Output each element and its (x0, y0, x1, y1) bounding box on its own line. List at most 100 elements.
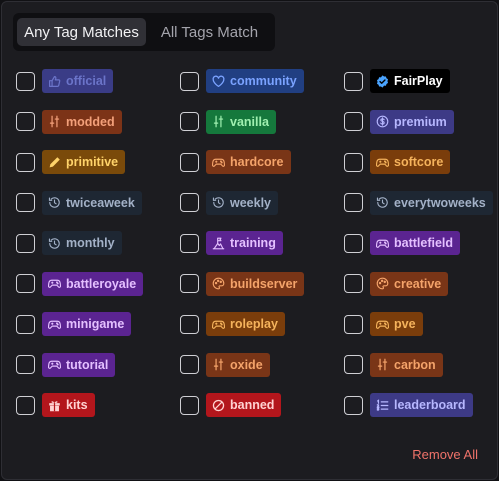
tag-chip-hardcore[interactable]: hardcore (206, 150, 291, 174)
history-icon (212, 196, 225, 209)
sliders-icon (212, 115, 225, 128)
tag-checkbox-carbon[interactable] (344, 355, 363, 374)
tag-chip-oxide[interactable]: oxide (206, 352, 270, 377)
any-tag-matches-button[interactable]: Any Tag Matches (17, 18, 146, 46)
tag-chip-creative[interactable]: creative (370, 271, 449, 296)
tag-chip-battleroyale[interactable]: battleroyale (42, 271, 144, 296)
tag-chip-fairplay[interactable]: FairPlay (370, 69, 450, 93)
tag-option-community: community (180, 69, 344, 93)
tag-chip-minigame[interactable]: minigame (42, 312, 132, 336)
tag-chip-softcore[interactable]: softcore (370, 150, 451, 174)
tag-chip-primitive[interactable]: primitive (42, 150, 126, 174)
tag-chip-carbon[interactable]: carbon (370, 352, 443, 377)
tag-label: training (230, 236, 276, 250)
tag-option-weekly: weekly (180, 190, 344, 215)
palette-icon (212, 277, 225, 290)
tag-option-vanilla: vanilla (180, 109, 344, 134)
tag-checkbox-everytwoweeks[interactable] (344, 193, 363, 212)
tag-chip-leaderboard[interactable]: leaderboard (370, 393, 473, 417)
palette-icon (376, 277, 389, 290)
tag-option-banned: banned (180, 393, 344, 417)
verified-badge-icon (376, 74, 389, 88)
gamepad-icon (212, 156, 225, 169)
mountain-flag-icon (212, 237, 225, 250)
tag-checkbox-vanilla[interactable] (180, 112, 199, 131)
tag-checkbox-buildserver[interactable] (180, 274, 199, 293)
gamepad-icon (212, 318, 225, 331)
tag-checkbox-minigame[interactable] (16, 314, 35, 334)
tag-filter-panel: Any Tag Matches All Tags Match official c… (1, 1, 498, 480)
tag-chip-twiceaweek[interactable]: twiceaweek (42, 190, 142, 215)
tag-label: kits (66, 398, 88, 412)
tag-chip-roleplay[interactable]: roleplay (206, 312, 285, 336)
tag-option-roleplay: roleplay (180, 312, 344, 336)
tag-option-primitive: primitive (16, 150, 180, 174)
tag-chip-premium[interactable]: premium (370, 109, 454, 134)
tag-checkbox-oxide[interactable] (180, 355, 199, 374)
tag-chip-kits[interactable]: kits (42, 393, 95, 417)
tag-chip-pve[interactable]: pve (370, 312, 423, 336)
ordered-list-icon (376, 398, 389, 412)
heart-icon (212, 75, 225, 88)
sliders-icon (48, 115, 61, 128)
tag-option-pve: pve (344, 312, 494, 336)
tag-option-hardcore: hardcore (180, 150, 344, 174)
all-tags-match-button[interactable]: All Tags Match (148, 18, 271, 46)
tag-label: premium (394, 114, 447, 129)
tag-chip-modded[interactable]: modded (42, 109, 122, 134)
tag-checkbox-battleroyale[interactable] (16, 274, 35, 293)
tag-option-premium: premium (344, 109, 494, 134)
tag-checkbox-softcore[interactable] (344, 152, 363, 172)
history-icon (48, 196, 61, 209)
tag-chip-community[interactable]: community (206, 69, 304, 93)
tag-checkbox-kits[interactable] (16, 395, 35, 415)
remove-all-button[interactable]: Remove All (412, 447, 478, 462)
tag-chip-training[interactable]: training (206, 231, 283, 255)
tag-option-minigame: minigame (16, 312, 180, 336)
tag-checkbox-training[interactable] (180, 233, 199, 253)
ban-icon (212, 399, 225, 412)
tag-label: battleroyale (66, 276, 137, 291)
tag-label: buildserver (230, 276, 298, 291)
tag-checkbox-roleplay[interactable] (180, 314, 199, 334)
tag-chip-banned[interactable]: banned (206, 393, 282, 417)
tag-option-training: training (180, 231, 344, 255)
tag-chip-battlefield[interactable]: battlefield (370, 231, 461, 255)
tag-chip-tutorial[interactable]: tutorial (42, 352, 116, 377)
tag-checkbox-official[interactable] (16, 71, 35, 91)
tag-chip-monthly[interactable]: monthly (42, 231, 122, 255)
tag-label: twiceaweek (66, 195, 135, 210)
tag-chip-buildserver[interactable]: buildserver (206, 271, 305, 296)
tag-label: weekly (230, 195, 272, 210)
tag-label: softcore (394, 155, 444, 169)
tag-option-everytwoweeks: everytwoweeks (344, 190, 494, 215)
tag-chip-everytwoweeks[interactable]: everytwoweeks (370, 190, 493, 215)
history-icon (376, 196, 389, 209)
tag-checkbox-weekly[interactable] (180, 193, 199, 212)
tag-checkbox-banned[interactable] (180, 395, 199, 415)
tag-label: banned (230, 398, 275, 412)
tag-option-battlefield: battlefield (344, 231, 494, 255)
tag-option-creative: creative (344, 271, 494, 296)
tag-checkbox-twiceaweek[interactable] (16, 193, 35, 212)
tag-option-softcore: softcore (344, 150, 494, 174)
tag-checkbox-fairplay[interactable] (344, 71, 363, 91)
tag-chip-vanilla[interactable]: vanilla (206, 109, 276, 134)
tag-label: carbon (394, 357, 436, 372)
tag-checkbox-modded[interactable] (16, 112, 35, 131)
tag-checkbox-creative[interactable] (344, 274, 363, 293)
pencil-icon (48, 156, 61, 169)
tag-checkbox-pve[interactable] (344, 314, 363, 334)
tag-checkbox-tutorial[interactable] (16, 355, 35, 374)
tag-chip-weekly[interactable]: weekly (206, 190, 279, 215)
tag-option-leaderboard: leaderboard (344, 393, 494, 417)
tag-checkbox-primitive[interactable] (16, 152, 35, 172)
tag-checkbox-hardcore[interactable] (180, 152, 199, 172)
tag-checkbox-community[interactable] (180, 71, 199, 91)
tag-checkbox-premium[interactable] (344, 112, 363, 131)
tag-checkbox-battlefield[interactable] (344, 233, 363, 253)
tag-chip-official[interactable]: official (42, 69, 114, 93)
tag-option-official: official (16, 69, 180, 93)
tag-checkbox-leaderboard[interactable] (344, 395, 363, 415)
tag-checkbox-monthly[interactable] (16, 233, 35, 253)
